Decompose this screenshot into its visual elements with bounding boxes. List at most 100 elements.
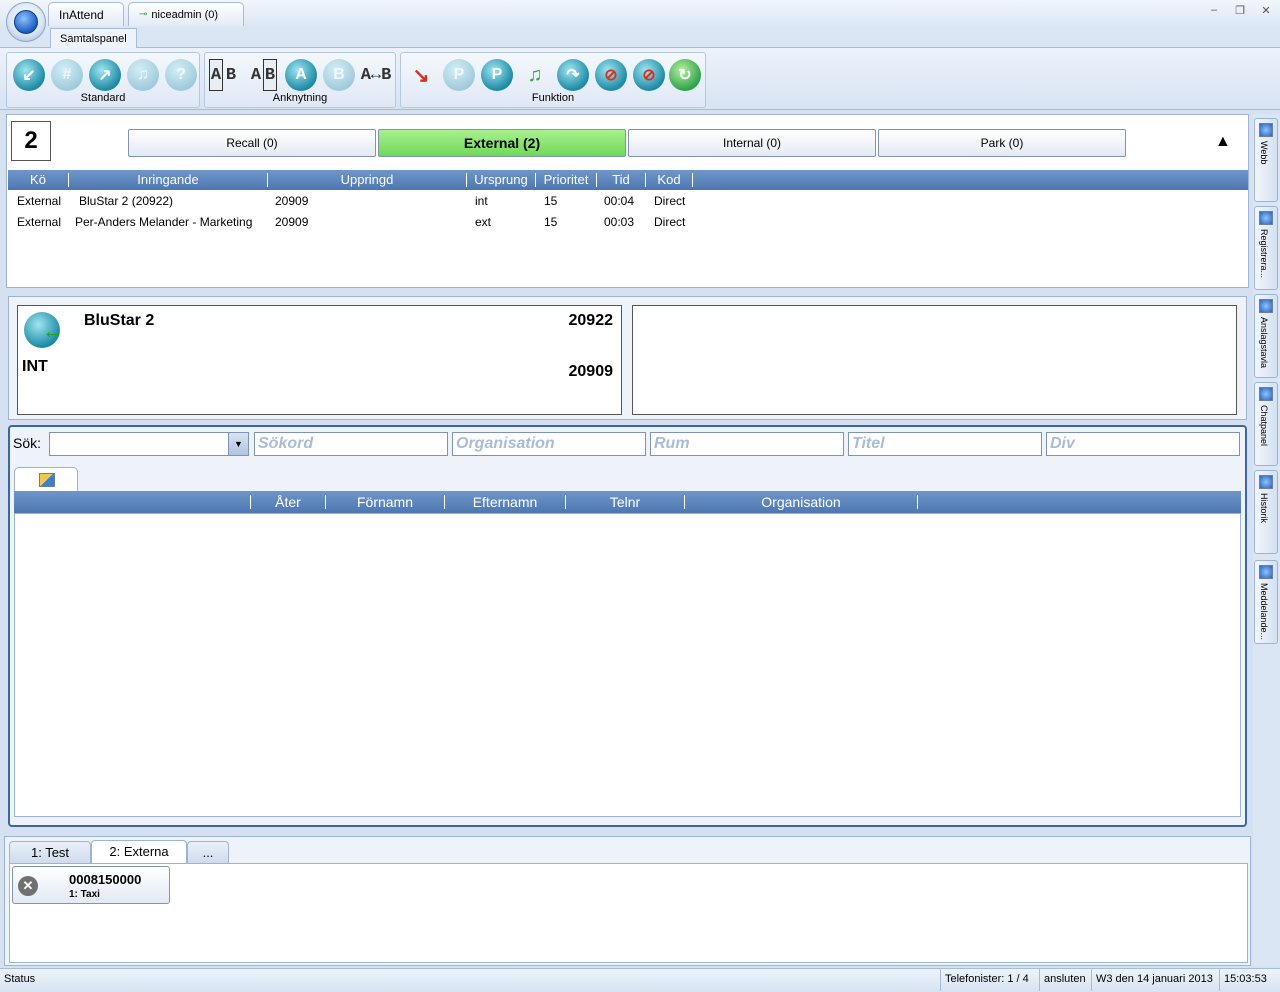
result-tab[interactable] (14, 467, 78, 491)
close-button[interactable]: ✕ (1256, 4, 1276, 20)
side-tab-label: Chatpanel (1259, 405, 1269, 447)
connect-b2-icon[interactable]: B (263, 59, 277, 91)
column-header-ater[interactable]: Åter (251, 491, 325, 511)
cell-prioritet: 15 (544, 215, 558, 229)
ribbon-group-standard: ↙ # ↗ ♫ ? Standard (6, 52, 200, 108)
connect-ab-icon[interactable]: A↔B (359, 59, 393, 91)
column-header-uppringd[interactable]: Uppringd (268, 170, 466, 190)
music-off-icon[interactable]: ♫ (519, 59, 551, 91)
queue-panel: 2 Recall (0) External (2) Internal (0) P… (6, 114, 1249, 288)
tab-externa[interactable]: 2: Externa (91, 840, 187, 864)
tab-external[interactable]: External (2) (378, 129, 626, 157)
globe-icon (1259, 565, 1273, 579)
dialpad-icon[interactable]: # (51, 59, 83, 91)
queue-row[interactable]: External Per-Anders Melander - Marketing… (7, 212, 1247, 233)
side-panel-bar: Webb Registrera... Anslagstavla Chatpane… (1253, 114, 1280, 966)
hangup-icon[interactable]: ↘ (405, 59, 437, 91)
column-header-inringande[interactable]: Inringande (69, 170, 267, 190)
result-table-header: Åter Förnamn Efternamn Telnr Organisatio… (14, 491, 1241, 513)
search-label: Sök: (13, 435, 42, 451)
cell-prioritet: 15 (544, 194, 558, 208)
speed-dial-panel: 1: Test 2: Externa ... ✕ 0008150000 1: T… (4, 836, 1251, 966)
redirect-call-icon[interactable]: ↷ (557, 59, 589, 91)
ribbon-tab-strip: Samtalspanel (0, 28, 1280, 49)
queue-row[interactable]: External BluStar 2 (20922) 20909 int 15 … (7, 191, 1247, 212)
column-header-ursprung[interactable]: Ursprung (467, 170, 535, 190)
column-header-kod[interactable]: Kod (646, 170, 692, 190)
hold-call-icon[interactable]: ♫ (127, 59, 159, 91)
cell-tid: 00:03 (604, 215, 635, 229)
search-field-titel[interactable]: Titel (848, 432, 1042, 456)
column-separator (917, 495, 918, 509)
answer-call-icon[interactable]: ↙ (13, 59, 45, 91)
column-header-tid[interactable]: Tid (597, 170, 645, 190)
cell-ko: External (17, 215, 62, 229)
block-call-icon[interactable]: ⊘ (595, 59, 627, 91)
ribbon-group-label: Funktion (531, 92, 575, 104)
minimize-button[interactable]: – (1204, 4, 1224, 20)
plug-icon: ⊸ (139, 9, 148, 20)
connect-b-icon[interactable]: B (223, 59, 239, 91)
column-header-fornamn[interactable]: Förnamn (326, 491, 444, 511)
side-tab-meddelande[interactable]: Meddelande... (1254, 560, 1278, 644)
cell-ursprung: int (475, 194, 488, 208)
ribbon: ↙ # ↗ ♫ ? Standard A B A B A B A↔B Ankny… (0, 48, 1280, 110)
side-tab-webb[interactable]: Webb (1254, 118, 1278, 202)
connect-b-phone-icon[interactable]: B (323, 59, 355, 91)
speed-dial-card[interactable]: ✕ 0008150000 1: Taxi (12, 866, 170, 904)
status-text: Status (4, 973, 36, 985)
tab-samtalspanel[interactable]: Samtalspanel (50, 28, 137, 49)
incoming-call-icon: ← (24, 312, 64, 348)
search-combo[interactable]: ▼ (49, 432, 249, 456)
side-tab-anslagstavla[interactable]: Anslagstavla (1254, 294, 1278, 378)
column-header-efternamn[interactable]: Efternamn (445, 491, 565, 511)
column-header-organisation[interactable]: Organisation (685, 491, 917, 511)
side-tab-registrera[interactable]: Registrera... (1254, 206, 1278, 290)
arrow-up-icon[interactable]: ▲ (1215, 133, 1231, 151)
block-call2-icon[interactable]: ⊘ (633, 59, 665, 91)
park-call-icon[interactable]: P (443, 59, 475, 91)
search-field-organisation[interactable]: Organisation (452, 432, 646, 456)
refresh-call-icon[interactable]: ↻ (669, 59, 701, 91)
connect-a-icon[interactable]: A (209, 59, 223, 91)
column-separator (692, 173, 693, 187)
connect-a2-icon[interactable]: A (249, 59, 263, 91)
tab-recall[interactable]: Recall (0) (128, 129, 376, 157)
column-header-telnr[interactable]: Telnr (566, 491, 684, 511)
column-header-ko[interactable]: Kö (8, 170, 68, 190)
cell-tid: 00:04 (604, 194, 635, 208)
queue-count: 2 (11, 121, 51, 161)
side-tab-historik[interactable]: Historik (1254, 470, 1278, 554)
app-menu-button[interactable] (6, 2, 46, 42)
cell-ko: External (17, 194, 62, 208)
status-bar: Status Telefonister: 1 / 4 ansluten W3 d… (0, 968, 1280, 992)
help-call-icon[interactable]: ? (165, 59, 197, 91)
active-call-card[interactable]: ← BluStar 2 20922 INT 20909 (17, 305, 622, 415)
tab-internal[interactable]: Internal (0) (628, 129, 876, 157)
directory-icon (39, 473, 55, 487)
park-call-active-icon[interactable]: P (481, 59, 513, 91)
connect-a-phone-icon[interactable]: A (285, 59, 317, 91)
app-tab[interactable]: InAttend (48, 2, 124, 26)
close-icon[interactable]: ✕ (18, 876, 38, 896)
tab-test[interactable]: 1: Test (9, 841, 91, 863)
status-connection: ansluten (1039, 969, 1090, 991)
caller-name: BluStar 2 (84, 312, 155, 329)
chevron-down-icon[interactable]: ▼ (228, 433, 248, 455)
transfer-call-icon[interactable]: ↗ (89, 59, 121, 91)
result-list[interactable] (14, 513, 1241, 817)
side-tab-label: Meddelande... (1259, 583, 1269, 641)
search-field-div[interactable]: Div (1046, 432, 1240, 456)
app-tab-label: InAttend (59, 7, 104, 22)
user-tab[interactable]: ⊸ niceadmin (0) (128, 2, 244, 26)
search-field-sokord[interactable]: Sökord (254, 432, 448, 456)
status-time: 15:03:53 (1219, 969, 1271, 991)
tab-more[interactable]: ... (187, 841, 229, 863)
side-tab-chatpanel[interactable]: Chatpanel (1254, 382, 1278, 466)
globe-icon (1259, 299, 1273, 313)
tab-park[interactable]: Park (0) (878, 129, 1126, 157)
side-tab-label: Webb (1259, 141, 1269, 165)
search-field-rum[interactable]: Rum (650, 432, 844, 456)
column-header-prioritet[interactable]: Prioritet (536, 170, 596, 190)
restore-button[interactable]: ❐ (1230, 4, 1250, 20)
